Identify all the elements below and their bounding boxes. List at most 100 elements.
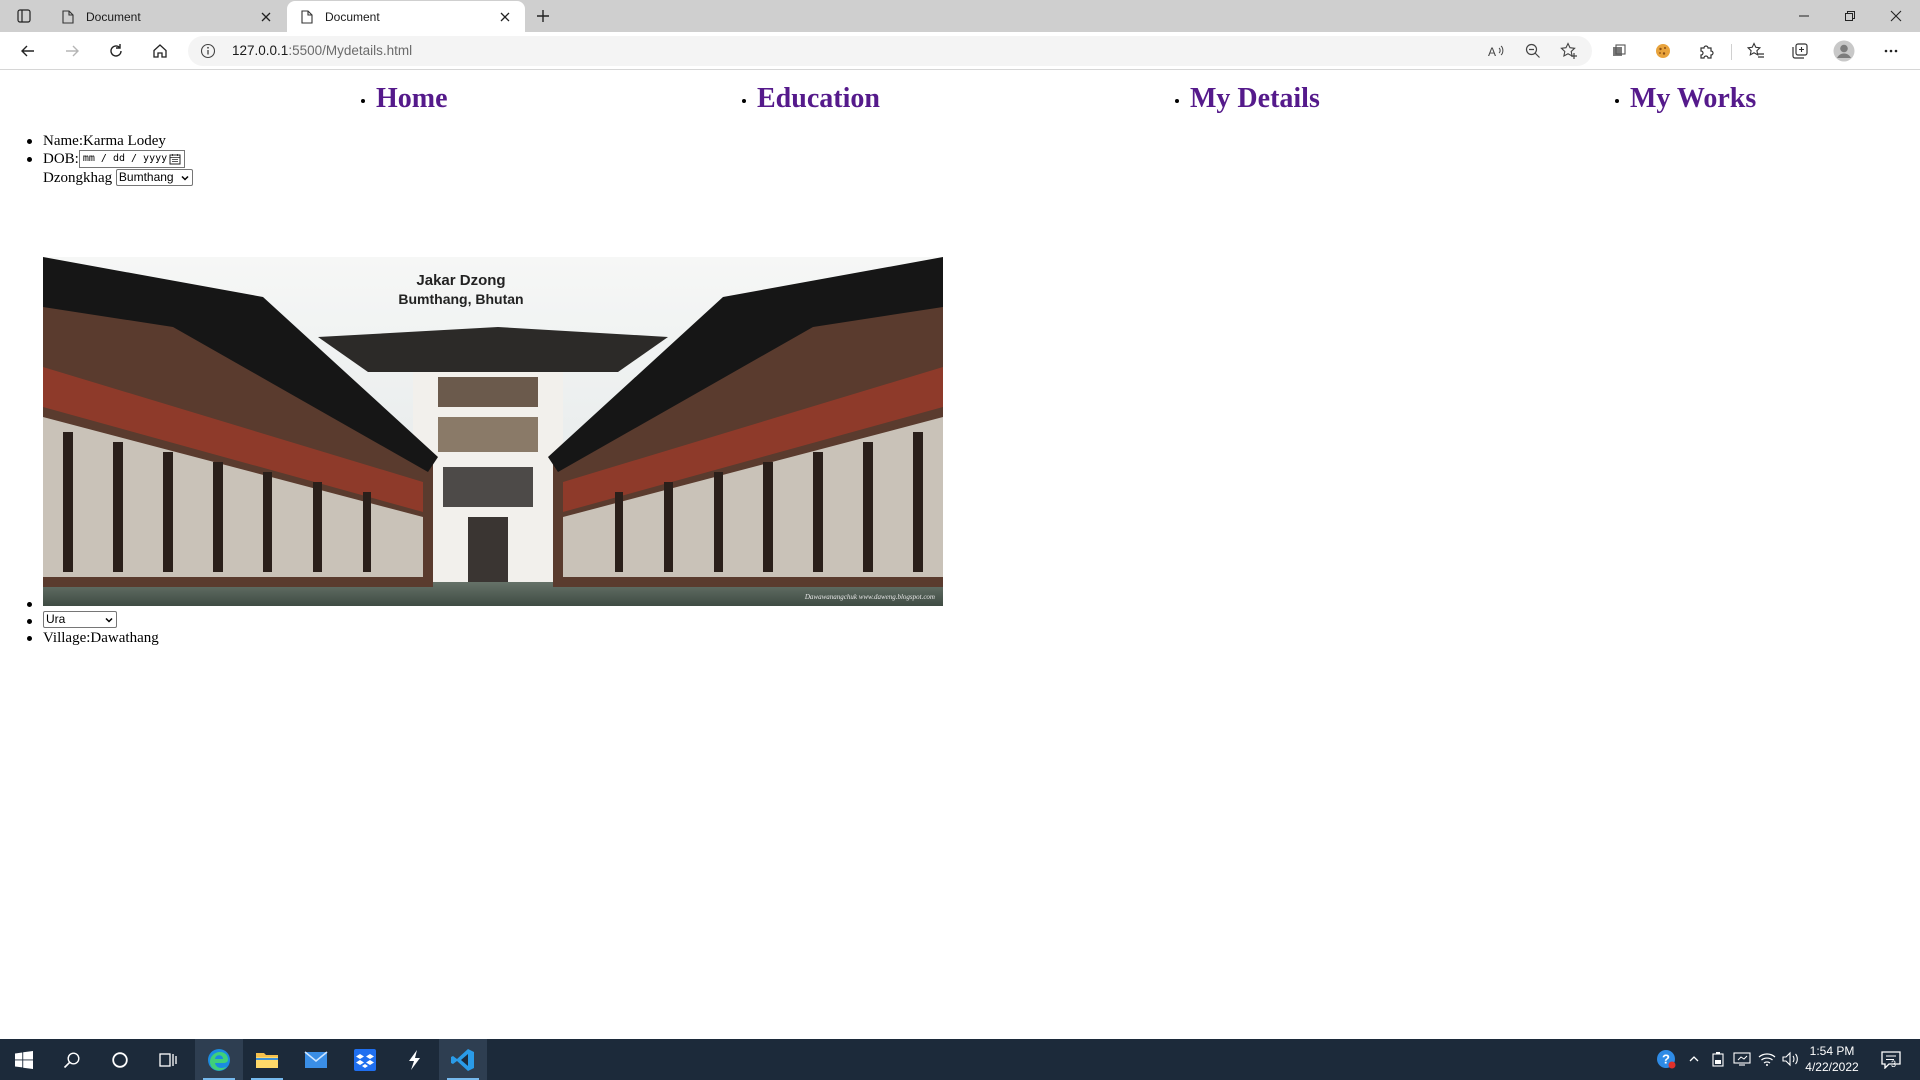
url-host: 127.0.0.1: [232, 43, 289, 58]
photo-caption-line1: Jakar Dzong: [416, 272, 505, 289]
search-button[interactable]: [48, 1039, 96, 1080]
zoom-out-icon[interactable]: [1521, 40, 1545, 62]
new-tab-button[interactable]: [528, 4, 558, 28]
dzongkhag-line: Dzongkhag Bumthang: [43, 169, 193, 187]
battery-icon[interactable]: [1708, 1049, 1728, 1069]
back-arrow-icon: [21, 45, 34, 57]
notification-center-button[interactable]: 3: [1876, 1047, 1906, 1073]
close-icon[interactable]: [258, 9, 274, 25]
minimize-button[interactable]: [1781, 0, 1827, 32]
browser-toolbar: 127.0.0.1:5500/Mydetails.html A: [0, 32, 1920, 70]
list-bullet: [27, 139, 32, 144]
minimize-icon: [1799, 15, 1809, 17]
dzongkhag-selected: Bumthang: [118, 170, 174, 184]
taskbar-edge[interactable]: [195, 1039, 243, 1080]
taskbar-vscode[interactable]: [439, 1039, 487, 1080]
nav-link-home[interactable]: Home: [376, 83, 448, 115]
cookie-icon: [1656, 44, 1670, 58]
list-bullet: [27, 636, 32, 641]
gewog-selected: Ura: [46, 612, 66, 626]
gewog-select[interactable]: Ura: [43, 611, 117, 628]
clock-date: 4/22/2022: [1805, 1060, 1859, 1074]
tab-strip: Document Document: [0, 0, 1920, 32]
url-path: :5500/Mydetails.html: [288, 43, 413, 58]
cortana-button[interactable]: [96, 1039, 144, 1080]
folder-icon: [256, 1052, 278, 1068]
edge-icon: [208, 1048, 230, 1071]
info-icon[interactable]: [200, 43, 216, 59]
taskbar-dropbox[interactable]: [341, 1039, 389, 1080]
taskbar: ? 1:54 PM 4/22/2022 3: [0, 1039, 1920, 1080]
favorites-icon: [1747, 42, 1764, 58]
dropbox-icon: [354, 1048, 376, 1071]
village-label: Village:: [43, 630, 91, 646]
document-icon: [299, 9, 315, 25]
home-icon: [153, 44, 167, 58]
village-item: Village:Dawathang: [43, 629, 159, 647]
list-bullet: [27, 602, 32, 607]
collections-button[interactable]: [1785, 37, 1815, 65]
refresh-icon: [110, 44, 122, 57]
dzongkhag-label: Dzongkhag: [43, 170, 113, 186]
restore-button[interactable]: [1827, 0, 1873, 32]
cortana-icon: [112, 1051, 128, 1068]
nav-link-my-details[interactable]: My Details: [1190, 83, 1320, 115]
wifi-icon[interactable]: [1757, 1049, 1777, 1069]
start-button[interactable]: [0, 1039, 48, 1080]
gewog-item: Ura: [43, 611, 117, 629]
village-value: Dawathang: [90, 630, 159, 646]
url-text[interactable]: 127.0.0.1:5500/Mydetails.html: [232, 43, 412, 58]
nav-bullet: [361, 99, 365, 103]
extensions-button[interactable]: [1692, 37, 1722, 65]
nav-link-my-works[interactable]: My Works: [1630, 83, 1756, 115]
display-icon[interactable]: [1732, 1049, 1752, 1069]
name-label: Name:: [43, 133, 83, 149]
vscode-icon: [451, 1048, 474, 1071]
read-aloud-icon[interactable]: A: [1485, 40, 1509, 62]
dob-date-input[interactable]: mm / dd / yyyy: [78, 150, 185, 168]
puzzle-icon: [1700, 45, 1714, 59]
close-icon: [1890, 10, 1902, 22]
dzongkhag-select[interactable]: Bumthang: [115, 169, 193, 186]
dob-placeholder: mm / dd / yyyy: [82, 153, 168, 164]
tab-document-2[interactable]: Document: [287, 1, 525, 32]
refresh-button[interactable]: [101, 37, 131, 65]
search-icon: [63, 1051, 80, 1068]
profile-button[interactable]: [1829, 37, 1859, 65]
photo-caption-line2: Bumthang, Bhutan: [398, 291, 523, 307]
taskbar-file-explorer[interactable]: [243, 1039, 291, 1080]
tab-actions-icon: [17, 9, 31, 23]
extension-cookie-button[interactable]: [1648, 37, 1678, 65]
forward-button[interactable]: [57, 37, 87, 65]
chevron-up-icon[interactable]: [1684, 1049, 1704, 1069]
notification-count: 3: [1891, 1059, 1897, 1069]
add-favorite-icon[interactable]: [1557, 40, 1581, 62]
close-icon[interactable]: [497, 9, 513, 25]
system-clock[interactable]: 1:54 PM 4/22/2022: [1792, 1043, 1872, 1075]
nav-link-education[interactable]: Education: [757, 83, 880, 115]
mail-icon: [304, 1050, 328, 1068]
tab-actions-button[interactable]: [10, 4, 38, 28]
clock-time: 1:54 PM: [1809, 1044, 1855, 1058]
tab-title: Document: [86, 9, 141, 24]
svg-text:A: A: [1488, 45, 1496, 59]
back-button[interactable]: [13, 37, 43, 65]
task-view-button[interactable]: [144, 1039, 192, 1080]
chevron-down-icon: [181, 175, 189, 181]
home-button[interactable]: [145, 37, 175, 65]
calendar-icon[interactable]: [169, 153, 181, 165]
settings-more-button[interactable]: [1876, 37, 1906, 65]
windows-logo-icon: [15, 1050, 33, 1069]
tab-document-1[interactable]: Document: [48, 1, 286, 32]
address-bar[interactable]: 127.0.0.1:5500/Mydetails.html A: [188, 36, 1592, 66]
lightning-icon: [409, 1049, 420, 1070]
favorites-button[interactable]: [1741, 37, 1771, 65]
dzong-image: Jakar Dzong Bumthang, Bhutan Dawawanangc…: [43, 257, 943, 606]
toolbar-divider: [1731, 44, 1732, 60]
dob-item: DOB: mm / dd / yyyy: [43, 150, 185, 168]
help-icon[interactable]: ?: [1656, 1049, 1676, 1069]
close-window-button[interactable]: [1873, 0, 1919, 32]
taskbar-lightning-app[interactable]: [390, 1039, 438, 1080]
taskbar-mail[interactable]: [292, 1039, 340, 1080]
split-screen-button[interactable]: [1604, 37, 1634, 65]
